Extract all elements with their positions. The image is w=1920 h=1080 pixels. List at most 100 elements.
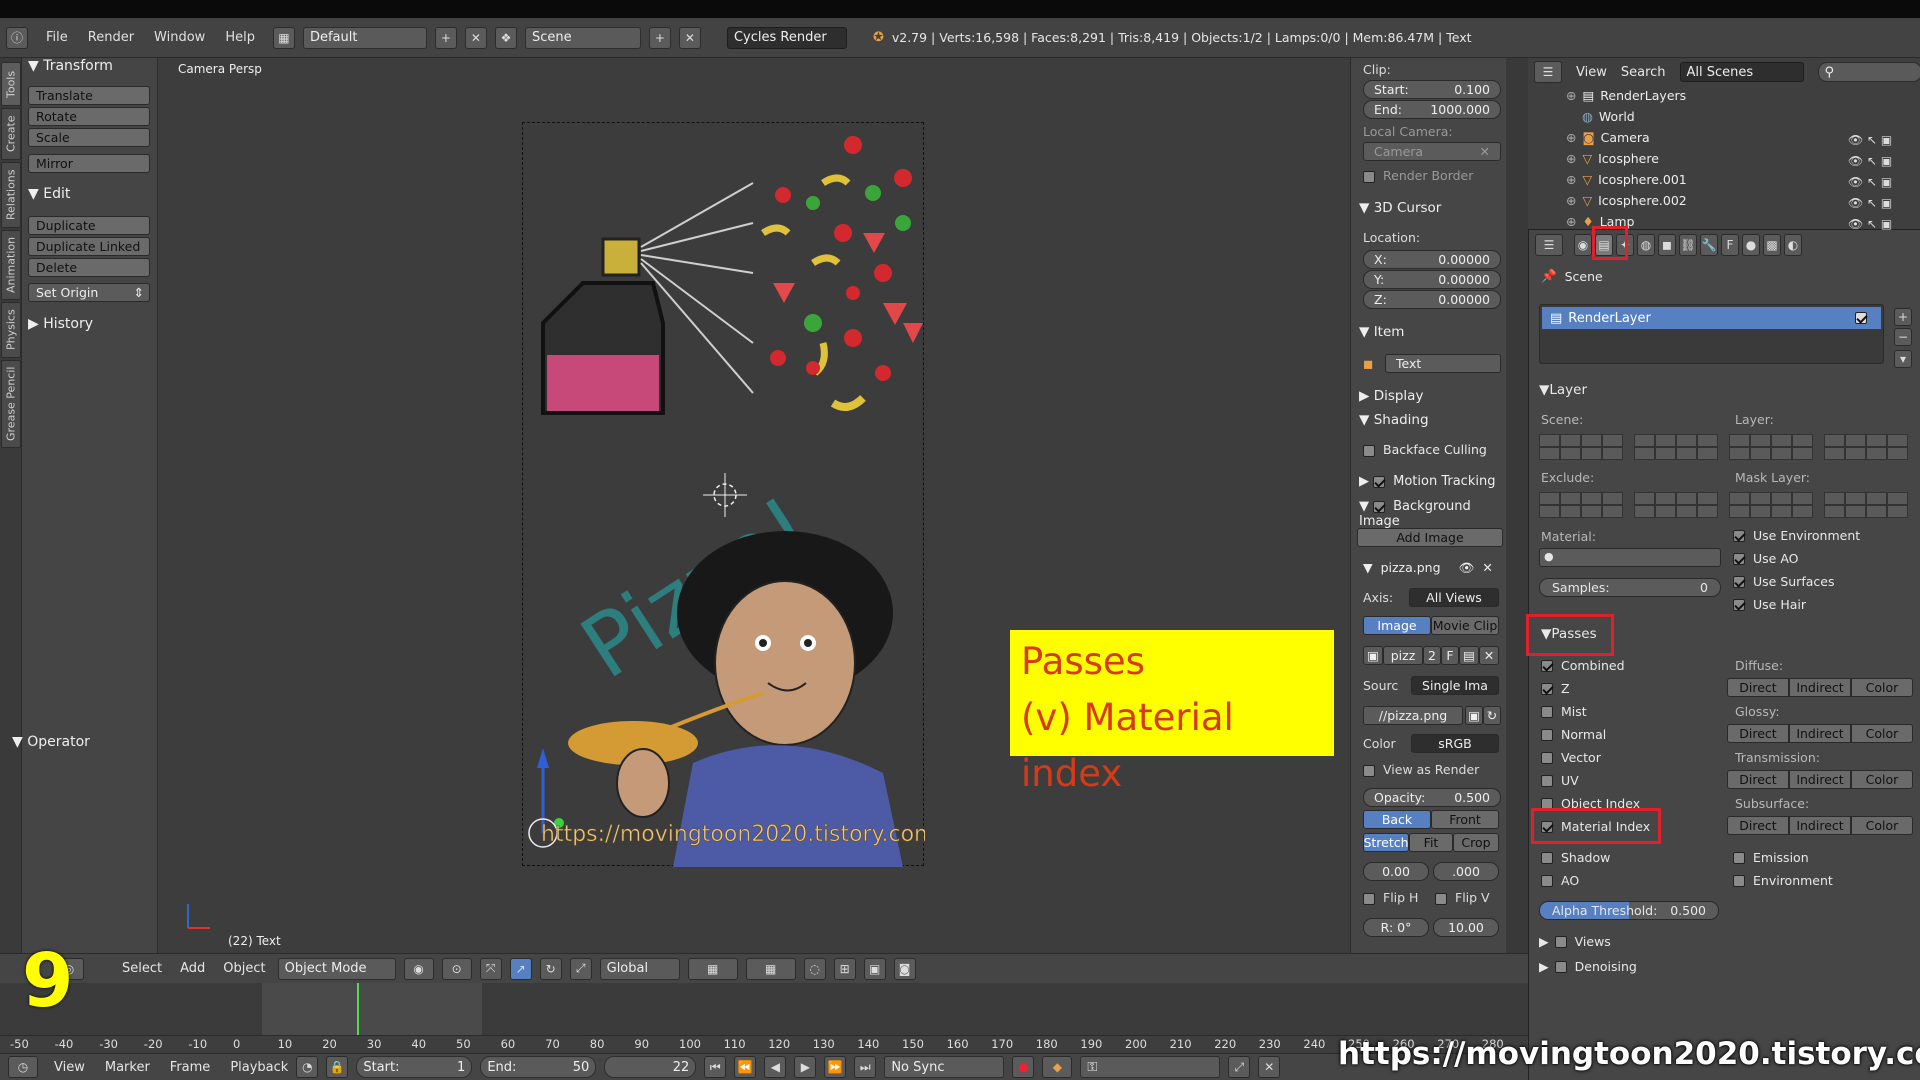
current-frame-line[interactable] (357, 983, 359, 1035)
exclude-grid-4[interactable] (1634, 505, 1718, 518)
layer-layers-grid-4[interactable] (1824, 447, 1908, 460)
local-camera-field[interactable]: Camera ✕ (1363, 142, 1501, 161)
outliner-filter-select[interactable]: All Scenes (1679, 62, 1804, 82)
close-icon[interactable]: ✕ (1482, 560, 1492, 575)
transmission-indirect-button[interactable]: Indirect (1789, 770, 1851, 789)
tab-movie-clip[interactable]: Movie Clip (1431, 616, 1499, 635)
scene-layers-grid-3[interactable] (1634, 434, 1718, 447)
proportional-icon[interactable]: ◌ (803, 957, 826, 980)
remove-layout-icon[interactable]: ✕ (464, 26, 487, 49)
layers-icon-2[interactable]: ▦ (745, 957, 796, 980)
layer-layers-grid-3[interactable] (1824, 434, 1908, 447)
prev-key-icon[interactable]: ⏪ (734, 1056, 757, 1078)
display-panel-header[interactable]: ▶ Display (1359, 388, 1423, 404)
tab-animation[interactable]: Animation (1, 230, 21, 300)
constraints-tab-icon[interactable]: ⛓ (1679, 234, 1697, 256)
menu-render[interactable]: Render (88, 30, 134, 45)
playback-menu[interactable]: Playback (230, 1060, 288, 1075)
rotate-icon[interactable]: ↻ (539, 957, 562, 980)
outliner-search-input[interactable]: ⚲ (1817, 62, 1920, 82)
edit-panel-header[interactable]: ▼ Edit (28, 186, 70, 202)
visibility-toggles[interactable]: 👁 ↖ ▣ (1848, 214, 1892, 235)
shading-panel-header[interactable]: ▼ Shading (1359, 412, 1429, 428)
render-engine-select[interactable]: Cycles Render (726, 26, 847, 49)
exclude-grid-3[interactable] (1634, 492, 1718, 505)
history-panel-header[interactable]: ▶ History (28, 316, 93, 332)
timeline[interactable]: -50 -40 -30 -20 -10 0 10 20 30 40 50 60 70 80 90 100 110… (0, 983, 1528, 1053)
diffuse-indirect-button[interactable]: Indirect (1789, 678, 1851, 697)
start-frame-field[interactable]: Start: 1 (356, 1056, 473, 1078)
menu-help[interactable]: Help (225, 30, 255, 45)
views-panel-header[interactable]: ▶ Views (1539, 934, 1611, 949)
layout-field[interactable]: Default (302, 26, 427, 49)
frame-menu[interactable]: Frame (170, 1060, 211, 1075)
end-frame-field[interactable]: End: 50 (480, 1056, 597, 1078)
object-tab-icon[interactable]: ◼ (1658, 234, 1676, 256)
keyframe-icon[interactable]: ◆ (1042, 1056, 1073, 1078)
mask-grid[interactable] (1729, 492, 1813, 505)
size-field[interactable]: 10.00 (1433, 918, 1499, 937)
delete-button[interactable]: Delete (28, 258, 150, 277)
tab-physics[interactable]: Physics (1, 302, 21, 358)
shading-icon[interactable]: ◉ (403, 957, 434, 980)
physics-tab-icon[interactable]: ◐ (1784, 234, 1802, 256)
mask-grid-4[interactable] (1824, 505, 1908, 518)
next-key-icon[interactable]: ⏩ (824, 1056, 847, 1078)
pass-normal-checkbox[interactable]: Normal (1541, 727, 1606, 742)
cursor-y-field[interactable]: Y: 0.00000 (1363, 270, 1501, 289)
play-icon[interactable]: ▶ (794, 1056, 817, 1078)
reload-icon[interactable]: ↻ (1483, 706, 1501, 725)
mask-grid-3[interactable] (1824, 492, 1908, 505)
exclude-grid[interactable] (1539, 492, 1623, 505)
subsurface-color-button[interactable]: Color (1851, 816, 1913, 835)
insert-key-icon[interactable]: ⤢ (1228, 1056, 1251, 1078)
outliner-row-camera[interactable]: ⊕ ◙ Camera (1566, 130, 1650, 145)
render-icon[interactable]: ▣ (863, 957, 886, 980)
mirror-button[interactable]: Mirror (28, 154, 150, 173)
use-surfaces-checkbox[interactable]: Use Surfaces (1733, 574, 1834, 589)
image-browse-icon[interactable]: ▣ (1363, 646, 1383, 665)
info-editor-icon[interactable]: ⓘ (6, 26, 28, 49)
keying-icon[interactable]: ◔ (296, 1056, 319, 1078)
transform-panel-header[interactable]: ▼ Transform (28, 58, 113, 74)
samples-field[interactable]: Samples: 0 (1539, 578, 1721, 597)
render-tab-icon[interactable]: ◉ (1574, 234, 1592, 256)
menu-file[interactable]: File (46, 30, 68, 45)
outliner-row-world[interactable]: ◍ World (1582, 109, 1635, 124)
transmission-color-button[interactable]: Color (1851, 770, 1913, 789)
timeline-view-menu[interactable]: View (54, 1060, 85, 1075)
add-layer-icon[interactable]: + (1894, 308, 1912, 326)
scene-layers-grid-2[interactable] (1539, 447, 1623, 460)
open-folder-icon[interactable]: ▤ (1459, 646, 1479, 665)
cursor-z-field[interactable]: Z: 0.00000 (1363, 290, 1501, 309)
pass-mist-checkbox[interactable]: Mist (1541, 704, 1587, 719)
exclude-grid-2[interactable] (1539, 505, 1623, 518)
axis-select[interactable]: All Views (1409, 588, 1499, 607)
translate-icon[interactable]: ↗ (509, 957, 532, 980)
add-layout-icon[interactable]: + (434, 26, 457, 49)
stretch-button[interactable]: Stretch (1363, 833, 1409, 852)
play-reverse-icon[interactable]: ◀ (764, 1056, 787, 1078)
record-icon[interactable]: ● (1012, 1056, 1035, 1078)
layer-menu-icon[interactable]: ▾ (1894, 350, 1912, 368)
keying-set-field[interactable]: ⚿ (1080, 1056, 1221, 1078)
denoising-panel-header[interactable]: ▶ Denoising (1539, 959, 1637, 974)
fake-user-button[interactable]: F (1441, 646, 1459, 665)
pin-icon[interactable]: 📌 (1541, 268, 1557, 284)
texture-tab-icon[interactable]: ▩ (1763, 234, 1781, 256)
tab-create[interactable]: Create (1, 108, 21, 160)
pass-shadow-checkbox[interactable]: Shadow (1541, 850, 1610, 865)
glossy-direct-button[interactable]: Direct (1727, 724, 1789, 743)
duplicate-linked-button[interactable]: Duplicate Linked (28, 237, 150, 256)
use-hair-checkbox[interactable]: Use Hair (1733, 597, 1806, 612)
render-border-checkbox[interactable]: Render Border (1363, 168, 1473, 183)
outliner-search-menu[interactable]: Search (1621, 65, 1666, 80)
pass-uv-checkbox[interactable]: UV (1541, 773, 1579, 788)
use-ao-checkbox[interactable]: Use AO (1733, 551, 1799, 566)
select-menu[interactable]: Select (122, 961, 162, 976)
use-environment-checkbox[interactable]: Use Environment (1733, 528, 1860, 543)
manipulator-icon[interactable]: ⤧ (479, 957, 502, 980)
add-menu[interactable]: Add (180, 961, 205, 976)
operator-panel-header[interactable]: ▼ Operator (12, 734, 90, 750)
scale-button[interactable]: Scale (28, 128, 150, 147)
